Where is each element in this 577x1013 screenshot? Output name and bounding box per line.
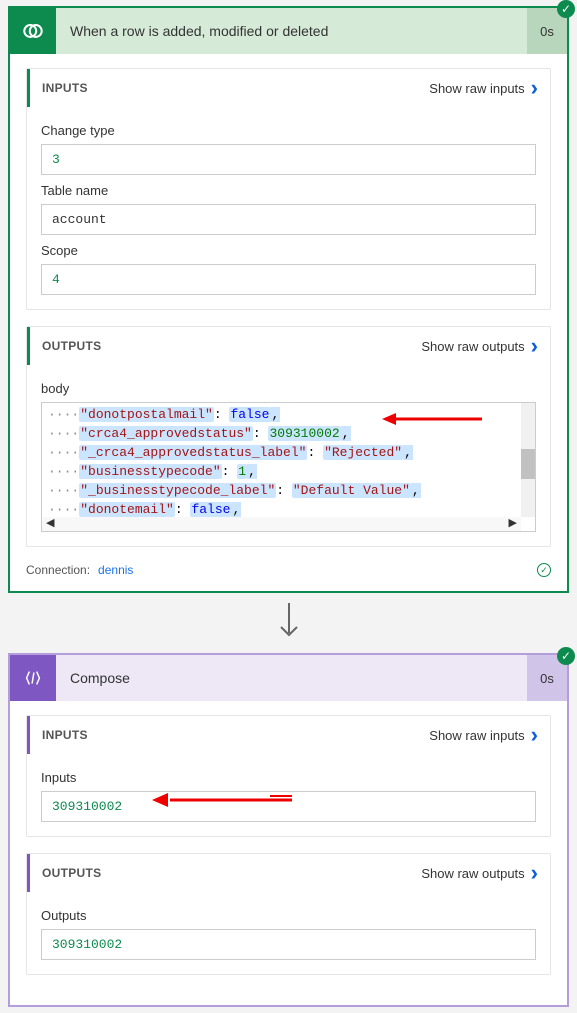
chevron-right-icon: ›	[531, 335, 538, 357]
show-raw-outputs-link[interactable]: Show raw outputs ›	[421, 862, 538, 884]
compose-inputs-section: INPUTS Show raw inputs › Inputs 30931000…	[26, 715, 551, 837]
inputs-heading: INPUTS	[42, 728, 429, 742]
dataverse-icon	[10, 8, 56, 54]
inputs-section: INPUTS Show raw inputs › Change type 3 T…	[26, 68, 551, 310]
status-success-badge: ✓	[557, 0, 575, 18]
compose-icon	[10, 655, 56, 701]
outputs-section: OUTPUTS Show raw outputs › body ····"don…	[26, 326, 551, 547]
inputs-heading: INPUTS	[42, 81, 429, 95]
outputs-value[interactable]: 309310002	[41, 929, 536, 960]
outputs-heading: OUTPUTS	[42, 866, 421, 880]
change-type-value[interactable]: 3	[41, 144, 536, 175]
trigger-title: When a row is added, modified or deleted	[56, 23, 527, 39]
outputs-label: Outputs	[41, 908, 536, 923]
show-raw-outputs-link[interactable]: Show raw outputs ›	[421, 335, 538, 357]
table-name-label: Table name	[41, 183, 536, 198]
show-raw-inputs-link[interactable]: Show raw inputs ›	[429, 724, 538, 746]
compose-title: Compose	[56, 670, 527, 686]
flow-connector	[0, 599, 577, 647]
trigger-card: ✓ When a row is added, modified or delet…	[8, 6, 569, 593]
compose-outputs-section: OUTPUTS Show raw outputs › Outputs 30931…	[26, 853, 551, 975]
scrollbar-horizontal[interactable]: ▶▶	[42, 517, 521, 531]
scope-label: Scope	[41, 243, 536, 258]
inputs-value[interactable]: 309310002	[41, 791, 536, 822]
chevron-right-icon: ›	[531, 724, 538, 746]
annotation-arrow-icon	[152, 786, 292, 810]
compose-header[interactable]: Compose 0s	[10, 655, 567, 701]
scope-value[interactable]: 4	[41, 264, 536, 295]
chevron-right-icon: ›	[531, 862, 538, 884]
status-success-badge: ✓	[557, 647, 575, 665]
connection-row: Connection: dennis ✓	[26, 563, 551, 577]
compose-card: ✓ Compose 0s INPUTS Show raw inputs › In…	[8, 653, 569, 1007]
connection-label: Connection:	[26, 563, 90, 577]
table-name-value[interactable]: account	[41, 204, 536, 235]
inputs-label: Inputs	[41, 770, 536, 785]
scrollbar-thumb[interactable]	[521, 449, 535, 479]
change-type-label: Change type	[41, 123, 536, 138]
trigger-header[interactable]: When a row is added, modified or deleted…	[10, 8, 567, 54]
check-icon: ✓	[537, 563, 551, 577]
outputs-heading: OUTPUTS	[42, 339, 421, 353]
connection-link[interactable]: dennis	[98, 563, 133, 577]
chevron-right-icon: ›	[531, 77, 538, 99]
body-label: body	[41, 381, 536, 396]
json-body-viewer[interactable]: ····"donotpostalmail": false,····"crca4_…	[41, 402, 536, 532]
show-raw-inputs-link[interactable]: Show raw inputs ›	[429, 77, 538, 99]
